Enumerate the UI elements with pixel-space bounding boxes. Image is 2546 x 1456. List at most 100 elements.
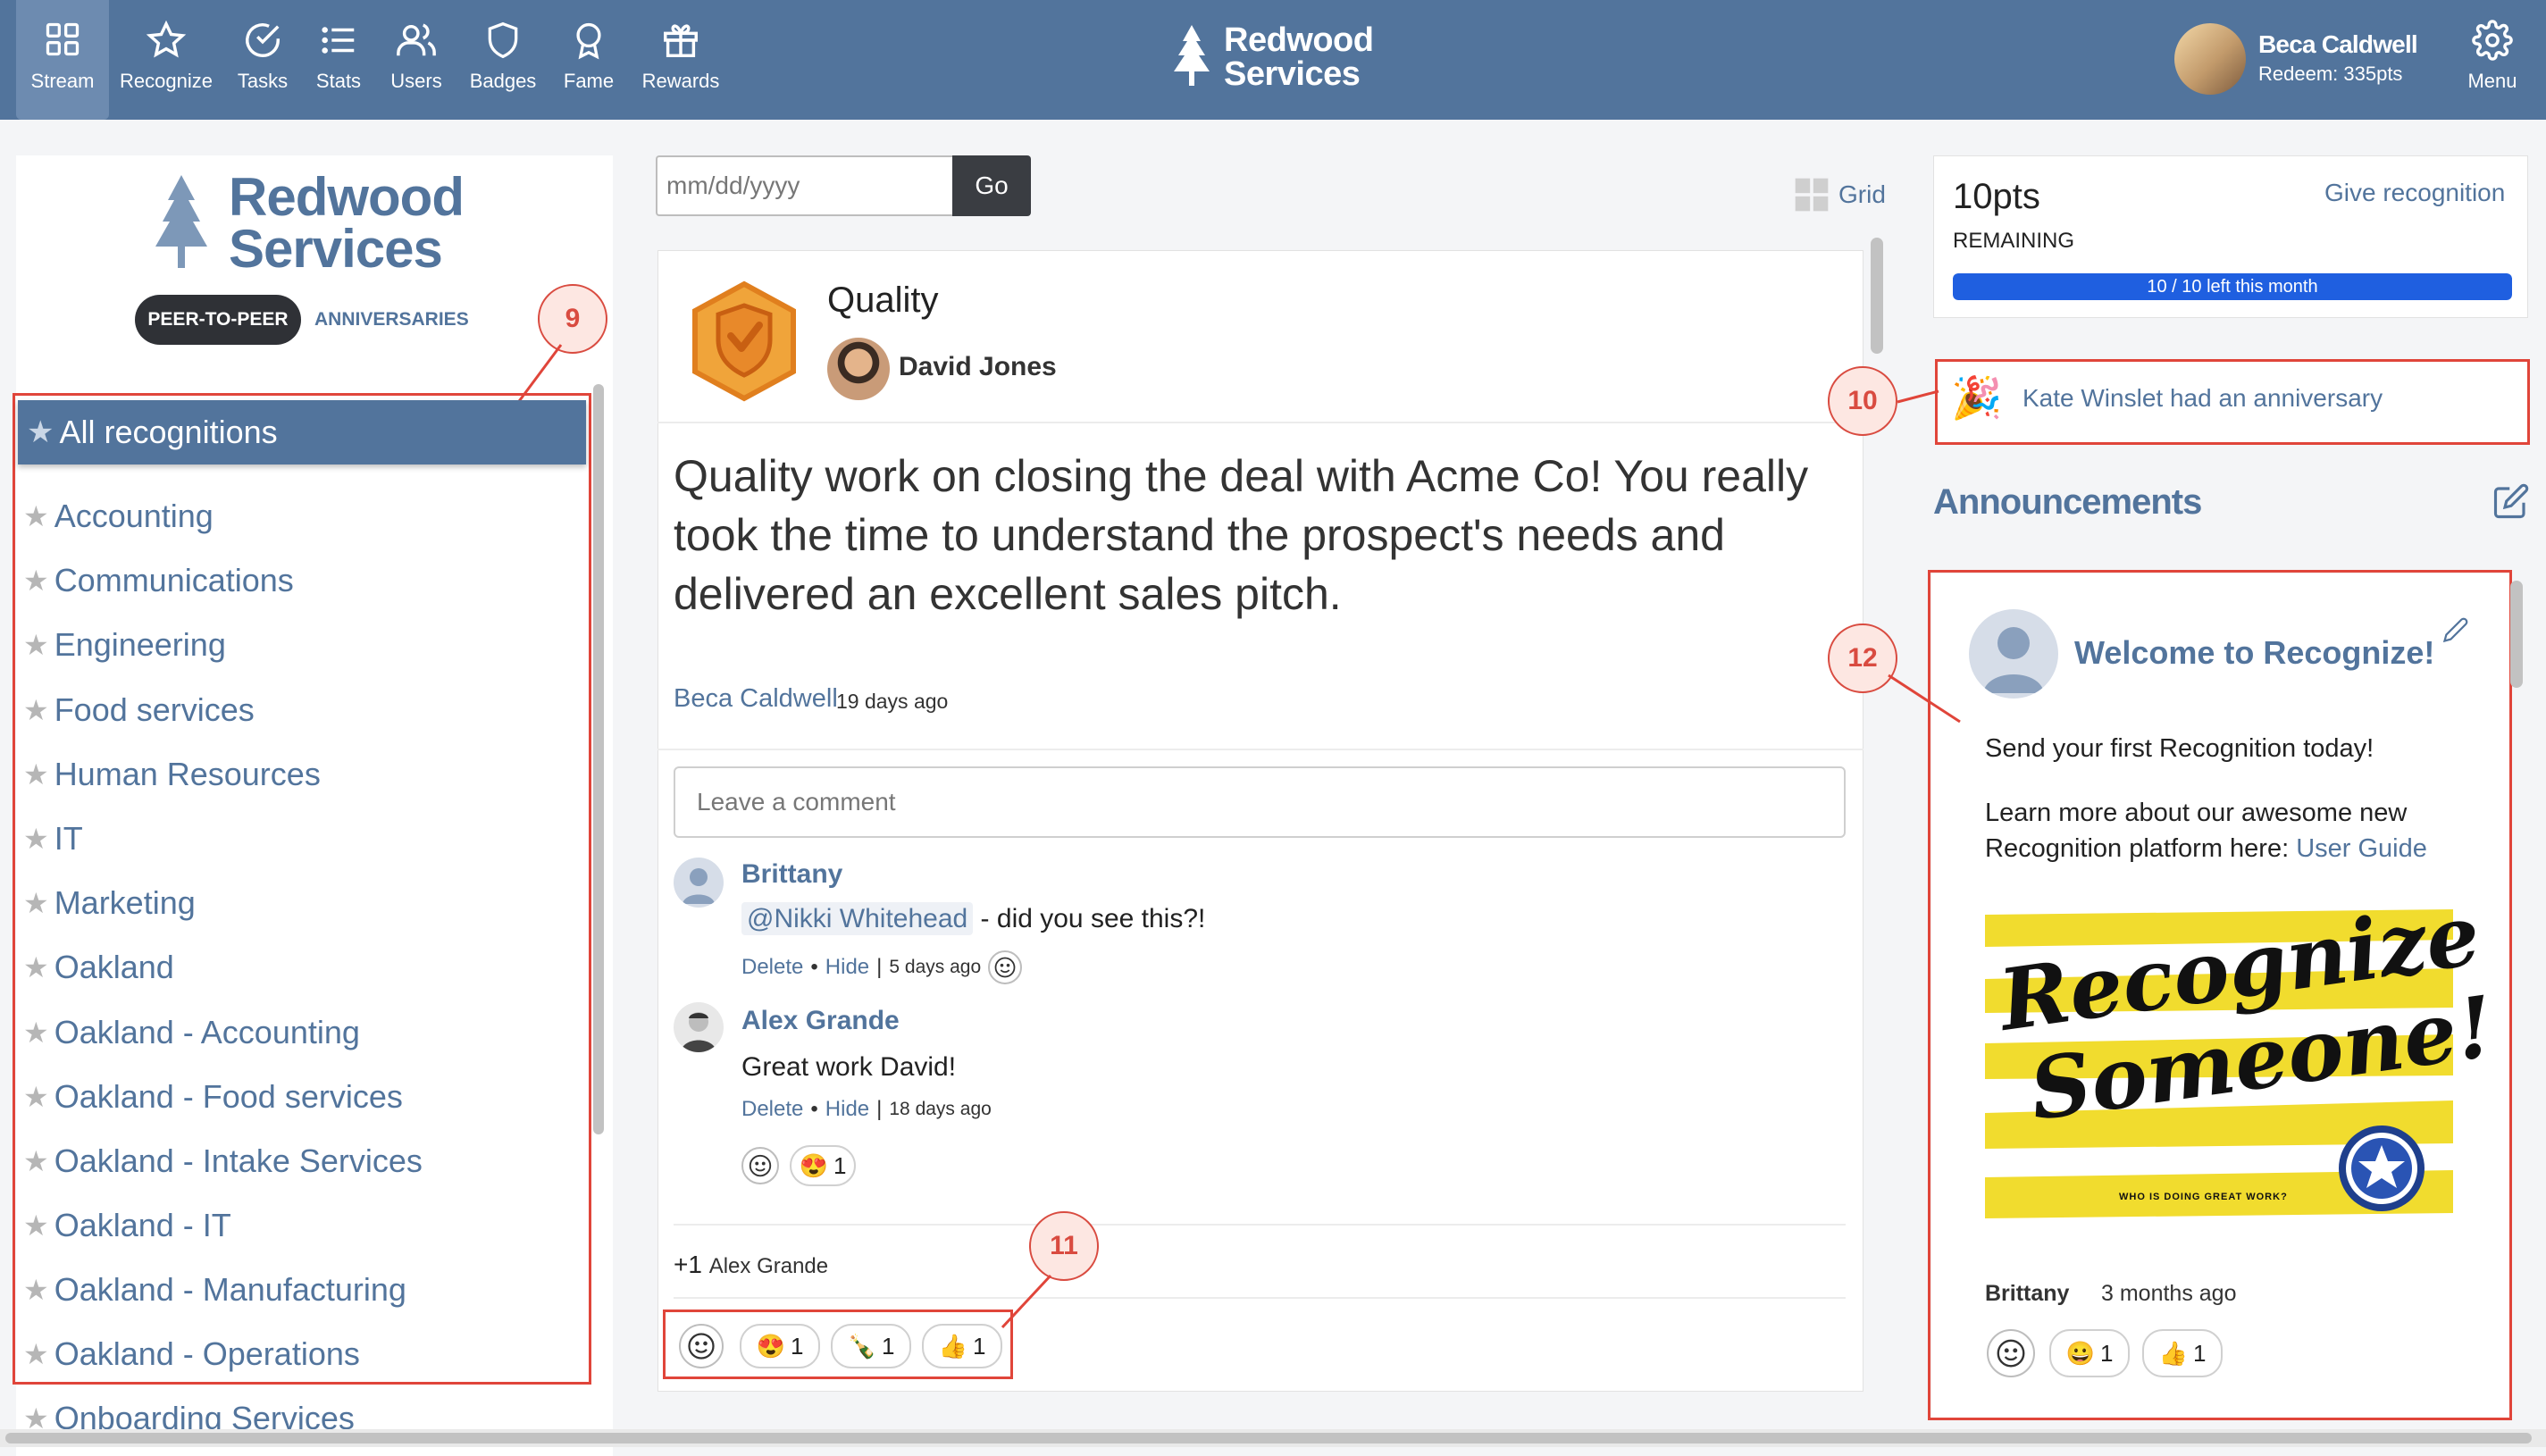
tab-anniversaries[interactable]: ANNIVERSARIES	[314, 295, 469, 345]
announcements-title: Announcements	[1933, 482, 2202, 522]
add-reaction-button[interactable]	[741, 1147, 779, 1184]
category-label: Communications	[54, 562, 294, 598]
category-item[interactable]: ★ Marketing	[23, 876, 196, 930]
announcement-line: Learn more about our awesome new Recogni…	[1985, 795, 2485, 866]
grid-icon	[46, 22, 80, 56]
star-icon: ★	[23, 758, 49, 791]
star-icon: ★	[23, 629, 49, 661]
add-reaction-button[interactable]	[1987, 1329, 2035, 1377]
category-item[interactable]: ★ Oakland - Intake Services	[23, 1134, 423, 1188]
category-item[interactable]: ★ Oakland - Manufacturing	[23, 1263, 406, 1317]
announcement-author[interactable]: Brittany	[1985, 1281, 2069, 1307]
category-item[interactable]: ★ Accounting	[23, 490, 214, 543]
sidebar-scrollbar[interactable]	[593, 384, 604, 1134]
reaction-heart-eyes[interactable]: 😍 1	[740, 1324, 820, 1368]
category-label: Oakland - IT	[54, 1207, 231, 1243]
brand-logo-text[interactable]: Redwood Services	[1224, 21, 1374, 91]
category-label: Food services	[54, 691, 255, 728]
sidebar-scrollbar[interactable]	[2510, 581, 2523, 688]
category-all-recognitions[interactable]: ★ All recognitions	[18, 400, 586, 464]
give-recognition-link[interactable]: Give recognition	[2324, 179, 2505, 207]
add-reaction-button[interactable]	[679, 1324, 724, 1368]
badge-title[interactable]: Quality	[827, 280, 939, 321]
star-icon: ★	[23, 694, 49, 726]
category-item[interactable]: ★ Engineering	[23, 618, 226, 672]
announcement-body: Send your first Recognition today! Learn…	[1985, 731, 2485, 866]
plus-one-user[interactable]: Alex Grande	[709, 1254, 828, 1278]
mention-link[interactable]: @Nikki Whitehead	[741, 902, 974, 935]
commenter-avatar[interactable]	[674, 1002, 724, 1052]
stream-scrollbar[interactable]	[1871, 238, 1883, 354]
user-guide-link[interactable]: User Guide	[2296, 834, 2427, 863]
category-item[interactable]: ★ Oakland	[23, 941, 174, 994]
nav-stream[interactable]: Stream	[16, 0, 109, 120]
comment-text: Great work David!	[741, 1052, 957, 1082]
grid-view-toggle[interactable]: Grid	[1792, 175, 1886, 214]
promo-subtitle: WHO IS DOING GREAT WORK?	[2119, 1192, 2288, 1202]
reaction-heart-eyes[interactable]: 😍 1	[790, 1145, 856, 1186]
nav-rewards[interactable]: Rewards	[634, 0, 727, 120]
nav-badges[interactable]: Badges	[456, 0, 549, 120]
user-name[interactable]: Beca Caldwell	[2258, 30, 2418, 59]
brand-line-1: Redwood	[1224, 21, 1374, 59]
pencil-icon[interactable]	[2442, 616, 2469, 643]
horizontal-scrollbar-thumb[interactable]	[5, 1433, 2532, 1443]
commenter-name[interactable]: Brittany	[741, 859, 842, 890]
announcement-heading: Welcome to Recognize!	[2074, 634, 2435, 671]
delete-comment-link[interactable]: Delete	[741, 1097, 803, 1122]
nav-recognize[interactable]: Recognize	[120, 0, 213, 120]
star-icon	[146, 20, 187, 58]
quality-badge-icon	[692, 280, 796, 402]
tree-logo-icon	[1174, 25, 1210, 86]
category-item[interactable]: ★ Oakland - Accounting	[23, 1006, 360, 1059]
heart-eyes-emoji-icon: 😍	[799, 1151, 828, 1179]
nav-users[interactable]: Users	[370, 0, 463, 120]
hide-comment-link[interactable]: Hide	[825, 1097, 869, 1122]
plus-one-row: +1 Alex Grande	[674, 1251, 828, 1279]
anniversary-text[interactable]: Kate Winslet had an anniversary	[2023, 384, 2383, 413]
category-item[interactable]: ★ Human Resources	[23, 748, 321, 801]
annotation-marker: 10	[1828, 366, 1897, 436]
reaction-thumbs-up[interactable]: 👍 1	[922, 1324, 1002, 1368]
reaction-thumbs-up[interactable]: 👍 1	[2142, 1329, 2223, 1377]
category-item[interactable]: ★ Oakland - Operations	[23, 1327, 360, 1381]
progress-fill: 10 / 10 left this month	[1953, 273, 2512, 300]
announcement-timestamp: 3 months ago	[2101, 1281, 2237, 1306]
star-icon: ★	[23, 1145, 49, 1177]
comment-input[interactable]: Leave a comment	[674, 766, 1846, 838]
category-item[interactable]: ★ Food services	[23, 683, 255, 737]
edit-square-icon[interactable]	[2492, 482, 2530, 520]
announcement-author-avatar[interactable]	[1969, 609, 2058, 699]
commenter-avatar[interactable]	[674, 858, 724, 908]
reaction-count: 1	[881, 1332, 895, 1360]
reaction-champagne[interactable]: 🍾 1	[831, 1324, 911, 1368]
category-item[interactable]: ★ Oakland - IT	[23, 1199, 231, 1252]
users-icon	[397, 23, 436, 56]
reaction-grin[interactable]: 😀 1	[2049, 1329, 2130, 1377]
hide-comment-link[interactable]: Hide	[825, 955, 869, 980]
award-icon	[576, 22, 601, 60]
category-item[interactable]: ★ IT	[23, 812, 83, 866]
reaction-count: 1	[2099, 1339, 2114, 1367]
annotation-marker: 11	[1029, 1211, 1099, 1281]
category-item[interactable]: ★ Oakland - Food services	[23, 1070, 403, 1124]
go-button[interactable]: Go	[952, 155, 1031, 216]
user-redeem-points[interactable]: Redeem: 335pts	[2258, 63, 2402, 86]
recipient-name[interactable]: David Jones	[899, 352, 1057, 382]
star-icon: ★	[27, 415, 54, 449]
reaction-count: 1	[833, 1151, 847, 1179]
nav-label: Fame	[563, 70, 615, 92]
sender-name[interactable]: Beca Caldwell	[674, 684, 838, 714]
recipient-avatar[interactable]	[827, 338, 890, 400]
category-item[interactable]: ★ Communications	[23, 554, 294, 607]
date-input[interactable]: mm/dd/yyyy	[656, 155, 952, 216]
commenter-name[interactable]: Alex Grande	[741, 1006, 900, 1036]
add-reaction-button[interactable]	[988, 950, 1023, 984]
menu-button[interactable]: Menu	[2448, 0, 2537, 120]
delete-comment-link[interactable]: Delete	[741, 955, 803, 980]
smiley-icon	[1997, 1339, 2025, 1368]
nav-fame[interactable]: Fame	[542, 0, 635, 120]
user-avatar[interactable]	[2174, 23, 2246, 95]
recognition-message: Quality work on closing the deal with Ac…	[674, 451, 1809, 619]
tab-peer-to-peer[interactable]: PEER-TO-PEER	[135, 295, 301, 345]
